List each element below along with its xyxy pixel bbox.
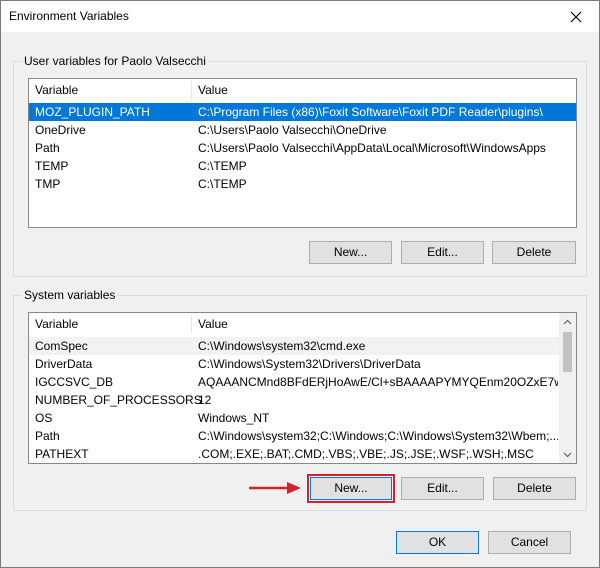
table-row[interactable]: MOZ_PLUGIN_PATH C:\Program Files (x86)\F… [29,103,576,121]
column-value[interactable]: Value [192,313,552,335]
column-variable[interactable]: Variable [29,79,191,101]
vertical-scrollbar[interactable] [559,313,576,463]
user-new-button[interactable]: New... [309,241,392,264]
list-header: Variable Value [29,313,561,335]
table-row[interactable]: Path C:\Users\Paolo Valsecchi\AppData\Lo… [29,139,576,157]
column-value[interactable]: Value [192,79,576,101]
user-variables-label: User variables for Paolo Valsecchi [22,54,208,68]
table-row[interactable]: NUMBER_OF_PROCESSORS 12 [29,391,561,409]
variable-value: C:\Windows\system32;C:\Windows;C:\Window… [198,429,558,443]
variable-value: C:\TEMP [198,159,247,173]
scroll-thumb[interactable] [563,332,572,372]
variable-name: OS [35,411,53,425]
variable-name: TMP [35,177,61,191]
table-row[interactable]: Path C:\Windows\system32;C:\Windows;C:\W… [29,427,561,445]
variable-value: Windows_NT [198,411,270,425]
red-arrow-annotation [249,482,301,494]
variable-value: C:\Program Files (x86)\Foxit Software\Fo… [198,105,543,119]
variable-name: IGCCSVC_DB [35,375,114,389]
system-variables-label: System variables [22,288,118,302]
title-bar: Environment Variables [1,1,599,32]
variable-value: C:\Users\Paolo Valsecchi\AppData\Local\M… [198,141,546,155]
variable-value: C:\Users\Paolo Valsecchi\OneDrive [198,123,387,137]
chevron-up-icon [563,319,572,324]
ok-button[interactable]: OK [396,531,479,554]
variable-value: C:\Windows\system32\cmd.exe [198,339,366,353]
variable-value: C:\Windows\System32\Drivers\DriverData [198,357,421,371]
variable-name: NUMBER_OF_PROCESSORS [35,393,202,407]
cancel-button[interactable]: Cancel [488,531,571,554]
table-row[interactable]: DriverData C:\Windows\System32\Drivers\D… [29,355,561,373]
variable-name: ComSpec [35,339,88,353]
list-header: Variable Value [29,79,576,101]
variable-name: Path [35,429,60,443]
table-row[interactable]: OneDrive C:\Users\Paolo Valsecchi\OneDri… [29,121,576,139]
table-row[interactable]: ComSpec C:\Windows\system32\cmd.exe [29,337,561,355]
variable-value: C:\TEMP [198,177,247,191]
system-new-button[interactable]: New... [310,477,392,500]
user-edit-button[interactable]: Edit... [401,241,484,264]
close-button[interactable] [553,1,599,32]
table-row[interactable]: TEMP C:\TEMP [29,157,576,175]
scroll-up-button[interactable] [559,313,576,330]
variable-value: 12 [198,393,212,407]
column-variable[interactable]: Variable [29,313,191,335]
user-delete-button[interactable]: Delete [492,241,576,264]
variable-name: Path [35,141,60,155]
scroll-down-button[interactable] [559,446,576,463]
variable-name: PATHEXT [35,447,89,461]
variable-value: .COM;.EXE;.BAT;.CMD;.VBS;.VBE;.JS;.JSE;.… [198,447,534,461]
variable-name: TEMP [35,159,69,173]
table-row[interactable]: PATHEXT .COM;.EXE;.BAT;.CMD;.VBS;.VBE;.J… [29,445,561,463]
system-variables-list[interactable]: Variable Value ComSpec C:\Windows\system… [28,312,577,464]
variable-name: OneDrive [35,123,86,137]
user-variables-list[interactable]: Variable Value MOZ_PLUGIN_PATH C:\Progra… [28,78,577,228]
system-edit-button[interactable]: Edit... [401,477,484,500]
window-title: Environment Variables [9,9,129,23]
table-row[interactable]: OS Windows_NT [29,409,561,427]
close-icon [570,11,582,22]
variable-name: MOZ_PLUGIN_PATH [35,105,150,119]
variable-value: AQAAANCMnd8BFdERjHoAwE/Cl+sBAAAAPYMYQEnm… [198,375,558,389]
environment-variables-dialog: Environment Variables User variables for… [0,0,600,568]
variable-name: DriverData [35,357,93,371]
chevron-down-icon [563,452,572,457]
system-delete-button[interactable]: Delete [493,477,576,500]
table-row[interactable]: TMP C:\TEMP [29,175,576,193]
table-row[interactable]: IGCCSVC_DB AQAAANCMnd8BFdERjHoAwE/Cl+sBA… [29,373,561,391]
